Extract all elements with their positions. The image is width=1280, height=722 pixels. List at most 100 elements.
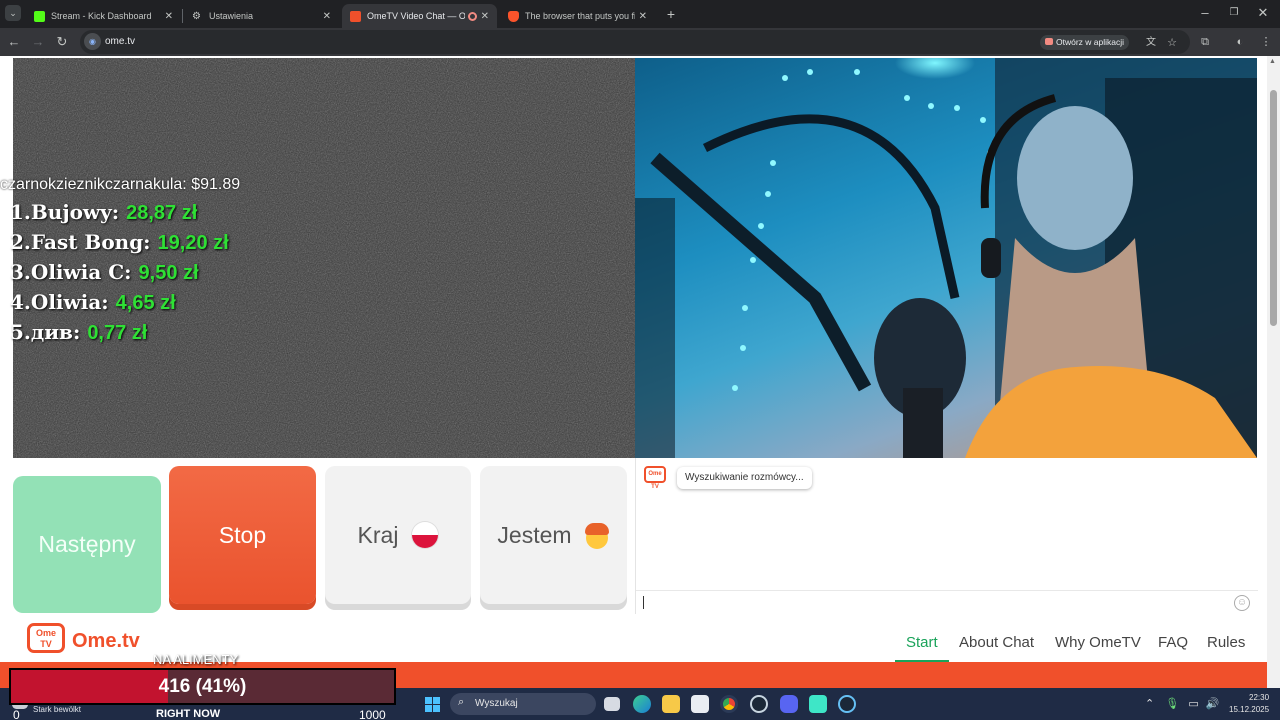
address-bar[interactable]: ◉ ome.tv Otwórz w aplikacji 文 ☆ (80, 30, 1190, 54)
donor-rank: 4. (10, 290, 31, 314)
country-button[interactable]: Kraj (325, 466, 471, 604)
donor-amount: 4,65 zł (115, 292, 176, 314)
ometv-icon (350, 10, 361, 22)
close-icon[interactable]: ✕ (481, 11, 489, 22)
stop-button[interactable]: Stop (169, 466, 316, 604)
kick-icon (34, 10, 45, 22)
tab-brave[interactable]: The browser that puts you first ✕ (500, 4, 655, 28)
nav-rules[interactable]: Rules (1207, 634, 1245, 651)
brand-name[interactable]: Ome.tv (72, 630, 140, 653)
minimize-icon[interactable]: – (1196, 4, 1214, 22)
chrome-icon[interactable] (720, 695, 738, 713)
tab-search-icon[interactable]: ⌄ (5, 5, 21, 21)
nav-why-ometv[interactable]: Why OmeTV (1055, 634, 1141, 651)
donor-rank: 1. (10, 200, 31, 224)
donor-name: див: (30, 320, 81, 344)
text-cursor (643, 596, 644, 609)
top-donor-text: czarnokzieznikczarnakula: $91.89 (0, 176, 241, 193)
clock-time[interactable]: 22:30 (1249, 693, 1269, 702)
tab-label: The browser that puts you first (525, 11, 635, 21)
tab-kick-dashboard[interactable]: Stream - Kick Dashboard ✕ (26, 4, 181, 28)
nav-start[interactable]: Start (906, 634, 938, 651)
chat-input[interactable]: ☺ (636, 590, 1258, 614)
display-icon[interactable]: ▭ (1188, 698, 1198, 710)
brave-icon (508, 10, 519, 22)
chevron-up-icon[interactable]: ⌃ (1145, 698, 1154, 710)
tab-label: Ustawienia (209, 11, 254, 21)
search-placeholder: Wyszukaj (475, 698, 518, 709)
scrollbar[interactable]: ▲ (1267, 56, 1280, 688)
leaderboard-row: 2.Fast Bong: 19,20 zł (10, 228, 500, 258)
leaderboard-row: 3.Oliwia C: 9,50 zł (10, 258, 500, 288)
back-icon[interactable]: ← (5, 33, 23, 51)
forward-icon[interactable]: → (29, 33, 47, 51)
tab-ometv[interactable]: OmeTV Video Chat — Ome ✕ (342, 4, 497, 28)
recording-icon (467, 11, 477, 21)
close-icon[interactable]: ✕ (639, 11, 647, 22)
volume-icon[interactable]: 🔊 (1206, 698, 1220, 710)
taskbar-search[interactable]: ⌕ Wyszukaj (450, 693, 596, 715)
gear-icon: ⚙ (192, 10, 201, 22)
url-text[interactable]: ome.tv (105, 36, 135, 47)
browser-toolbar: ← → ↻ ◉ ome.tv Otwórz w aplikacji 文 ☆ ⧉ … (0, 28, 1280, 56)
stop-label: Stop (218, 521, 267, 548)
status-message: Wyszukiwanie rozmówcy... (677, 467, 812, 489)
weather-text: Stark bewölkt (33, 705, 82, 714)
leaderboard-row: 5.див: 0,77 zł (10, 318, 500, 348)
donor-rank: 3. (10, 260, 31, 284)
open-in-app-button[interactable]: Otwórz w aplikacji (1040, 35, 1130, 50)
discord-icon[interactable] (780, 695, 798, 713)
next-button[interactable]: Następny (13, 476, 161, 613)
steam-icon[interactable] (838, 695, 856, 713)
translate-icon[interactable]: 文 (1143, 35, 1159, 51)
menu-icon[interactable]: ⋮ (1258, 34, 1274, 50)
nav-about-chat[interactable]: About Chat (959, 634, 1034, 651)
edge-icon[interactable] (633, 695, 651, 713)
local-video (635, 58, 1257, 458)
emoji-icon[interactable]: ☺ (1234, 595, 1250, 611)
tab-separator (182, 9, 183, 23)
extensions-icon[interactable]: ⧉ (1197, 34, 1213, 50)
donation-leaderboard: czarnokzieznikczarnakula: $91.89 1.Bujow… (0, 176, 500, 348)
app-icon[interactable] (809, 695, 827, 713)
microphone-icon[interactable]: 🎙 (1165, 698, 1179, 710)
goal-progress-bar: 416 (41%) (9, 668, 396, 705)
bookmark-star-icon[interactable]: ☆ (1164, 35, 1180, 51)
tab-settings[interactable]: ⚙ Ustawienia ✕ (184, 4, 339, 28)
task-view-icon[interactable] (604, 697, 620, 711)
donor-name: Oliwia C: (30, 260, 132, 284)
poland-flag-icon (412, 522, 439, 548)
store-icon[interactable] (691, 695, 709, 713)
camera-scene (635, 58, 1257, 458)
new-tab-icon[interactable]: + (662, 5, 680, 23)
maximize-icon[interactable]: ❐ (1225, 4, 1243, 22)
clock-date[interactable]: 15.12.2025 (1229, 705, 1269, 714)
close-icon[interactable]: ✕ (323, 11, 331, 22)
windows-start-icon[interactable] (425, 697, 441, 713)
scrollbar-thumb[interactable] (1270, 90, 1277, 326)
gender-button[interactable]: Jestem (480, 466, 627, 604)
scroll-up-icon[interactable]: ▲ (1269, 58, 1276, 65)
gender-label: Jestem (497, 521, 572, 548)
site-info-icon[interactable]: ◉ (84, 33, 101, 50)
donor-rank: 2. (10, 230, 31, 254)
donor-amount: 19,20 zł (157, 232, 229, 254)
file-explorer-icon[interactable] (662, 695, 680, 713)
profile-icon[interactable]: ◐ (1232, 34, 1248, 50)
tab-label: Stream - Kick Dashboard (51, 11, 152, 21)
goal-label: RIGHT NOW (156, 708, 221, 720)
reload-icon[interactable]: ↻ (53, 33, 71, 51)
leaderboard-row: 4.Oliwia: 4,65 zł (10, 288, 500, 318)
open-in-app-label: Otwórz w aplikacji (1056, 37, 1125, 47)
search-icon: ⌕ (458, 696, 465, 708)
nav-faq[interactable]: FAQ (1158, 634, 1188, 651)
close-window-icon[interactable]: ✕ (1254, 4, 1272, 22)
steam-icon[interactable] (750, 695, 768, 713)
close-icon[interactable]: ✕ (165, 11, 173, 22)
ometv-logo-icon[interactable]: Ome TV (27, 623, 65, 653)
donor-amount: 9,50 zł (138, 262, 199, 284)
donor-name: Fast Bong: (30, 230, 151, 254)
donor-name: Bujowy: (30, 200, 120, 224)
country-label: Kraj (357, 521, 399, 548)
system-tray[interactable]: ⌃ 🎙 ▭ 🔊 (1145, 697, 1219, 710)
